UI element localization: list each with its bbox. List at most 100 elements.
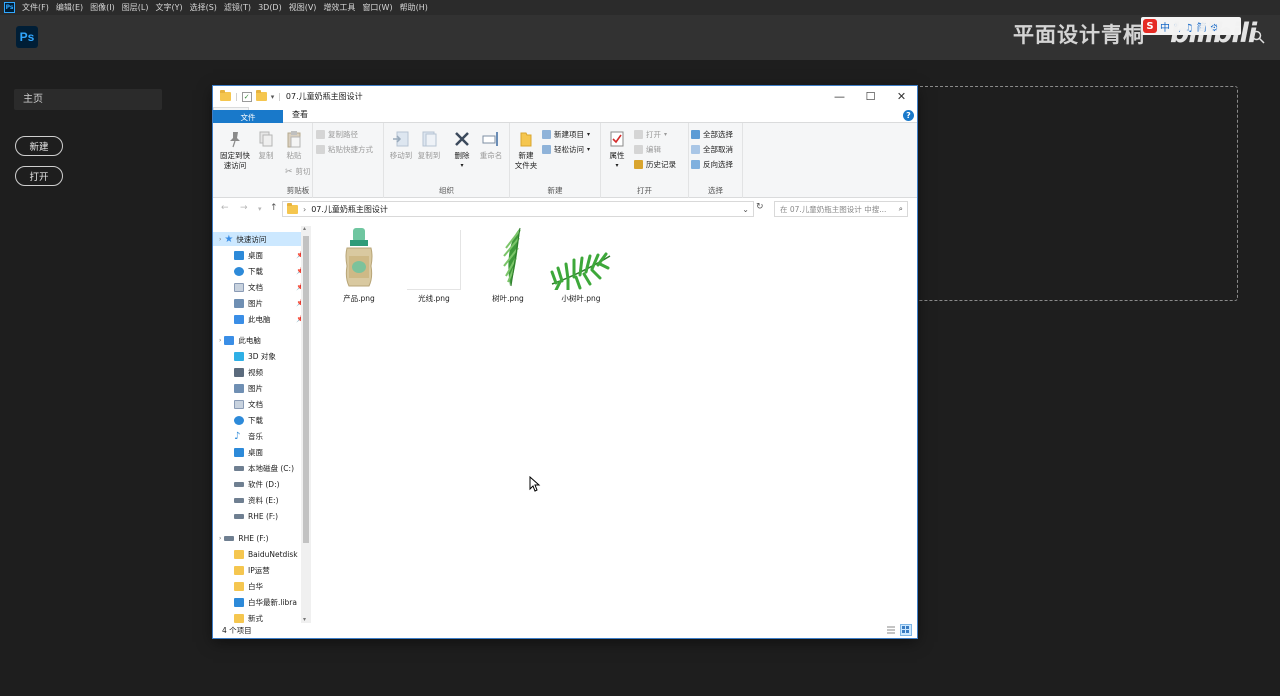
ps-mini-logo[interactable]: Ps [4, 2, 15, 13]
nav-quick-access[interactable]: › ★ 快速访问 [213, 232, 305, 246]
file-item[interactable]: 小树叶.png [546, 226, 616, 304]
copy-button[interactable]: 复制 [255, 129, 277, 161]
invert-selection-button[interactable]: 反向选择 [691, 159, 733, 170]
menu-file[interactable]: 文件(F) [22, 2, 49, 13]
nav-scrollbar-thumb[interactable] [303, 236, 309, 543]
easy-access-button[interactable]: 轻松访问 ▾ [542, 144, 590, 155]
file-name: 产品.png [343, 294, 375, 303]
refresh-icon[interactable]: ↻ [756, 202, 764, 212]
nav-library[interactable]: 白华最新.libra [213, 595, 305, 609]
properties-dropdown-icon[interactable]: ▾ [615, 161, 618, 171]
close-button[interactable]: ✕ [886, 86, 917, 107]
edit-button[interactable]: 编辑 [634, 144, 661, 155]
file-name: 光线.png [418, 294, 450, 303]
expand-icon[interactable]: › [219, 236, 221, 243]
select-all-button[interactable]: 全部选择 [691, 129, 733, 140]
menu-edit[interactable]: 编辑(E) [56, 2, 83, 13]
ps-home-button[interactable]: 主页 [14, 89, 162, 110]
status-bar: 4 个项目 [213, 623, 917, 638]
menu-filter[interactable]: 滤镜(T) [224, 2, 251, 13]
nav-this-pc[interactable]: › 此电脑 [213, 333, 305, 347]
nav-drive-e[interactable]: 资料 (E:) [213, 493, 305, 507]
nav-downloads[interactable]: 下载 [213, 413, 305, 427]
search-icon[interactable] [1251, 30, 1265, 44]
back-arrow-icon[interactable]: ← [221, 203, 229, 213]
maximize-button[interactable]: ☐ [855, 86, 886, 107]
forward-arrow-icon[interactable]: → [240, 203, 248, 213]
open-button-ribbon[interactable]: 打开 ▾ [634, 129, 667, 140]
menu-view[interactable]: 视图(V) [289, 2, 317, 13]
menu-3d[interactable]: 3D(D) [258, 3, 282, 12]
address-dropdown-icon[interactable]: ⌄ [742, 205, 749, 214]
breadcrumb-current[interactable]: 07.儿童奶瓶主图设计 [311, 204, 388, 215]
nav-drive-c[interactable]: 本地磁盘 (C:) [213, 461, 305, 475]
nav-drive-d[interactable]: 软件 (D:) [213, 477, 305, 491]
cut-button[interactable]: ✂ 剪切 [285, 166, 311, 177]
tab-view[interactable]: 查看 [283, 107, 317, 122]
menu-plugins[interactable]: 增效工具 [323, 2, 355, 13]
new-button[interactable]: 新建 [15, 136, 63, 156]
scroll-up-icon[interactable]: ▴ [303, 225, 306, 232]
nav-pictures[interactable]: 图片 [213, 381, 305, 395]
copy-to-button[interactable]: 复制到 [416, 129, 442, 161]
nav-folder-baidunetdisk[interactable]: BaiduNetdisk [213, 547, 305, 561]
rename-button[interactable]: 重命名 [476, 129, 506, 161]
history-button[interactable]: 历史记录 [634, 159, 676, 170]
minimize-button[interactable]: — [824, 86, 855, 107]
delete-dropdown-icon[interactable]: ▾ [460, 161, 463, 171]
video-icon [234, 367, 244, 377]
nav-pictures-pinned[interactable]: 图片📌 [213, 296, 305, 310]
up-arrow-icon[interactable]: ↑ [270, 203, 278, 213]
menu-help[interactable]: 帮助(H) [400, 2, 428, 13]
qa-dropdown-icon[interactable]: ▾ [271, 93, 275, 101]
nav-drive-f[interactable]: RHE (F:) [213, 509, 305, 523]
copy-path-button[interactable]: 复制路径 [316, 129, 358, 140]
blank-image-icon [407, 230, 461, 290]
details-view-icon[interactable] [885, 624, 897, 636]
properties-qa-icon[interactable]: ✓ [241, 91, 252, 102]
drive-icon [234, 513, 244, 519]
menu-image[interactable]: 图像(I) [90, 2, 115, 13]
properties-button[interactable]: 属性 ▾ [605, 129, 629, 171]
select-none-button[interactable]: 全部取消 [691, 144, 733, 155]
nav-downloads-pinned[interactable]: 下载📌 [213, 264, 305, 278]
help-icon[interactable]: ? [903, 110, 914, 121]
nav-folder-new[interactable]: 新式 [213, 611, 305, 623]
menu-layer[interactable]: 图层(L) [122, 2, 149, 13]
menu-window[interactable]: 窗口(W) [362, 2, 392, 13]
nav-videos[interactable]: 视频 [213, 365, 305, 379]
nav-rhe-drive[interactable]: › RHE (F:) [213, 531, 305, 545]
nav-folder-ip[interactable]: IP运营 [213, 563, 305, 577]
nav-documents-pinned[interactable]: 文档📌 [213, 280, 305, 294]
recent-locations-icon[interactable]: ▾ [258, 205, 262, 213]
open-button[interactable]: 打开 [15, 166, 63, 186]
move-to-button[interactable]: 移动到 [388, 129, 414, 161]
paste-button[interactable]: 粘贴 [281, 129, 307, 161]
nav-music[interactable]: ♪ 音乐 [213, 429, 305, 443]
menu-type[interactable]: 文字(Y) [155, 2, 182, 13]
separator: | [235, 92, 238, 101]
paste-shortcut-button[interactable]: 粘贴快捷方式 [316, 144, 373, 155]
address-bar[interactable]: › 07.儿童奶瓶主图设计 ⌄ [282, 201, 754, 217]
nav-desktop[interactable]: 桌面 [213, 445, 305, 459]
pin-quick-access-button[interactable]: 固定到快 速访问 [216, 129, 254, 171]
large-icons-view-icon[interactable] [900, 624, 912, 636]
expand-icon[interactable]: › [219, 337, 221, 344]
expand-icon[interactable]: › [219, 535, 221, 542]
search-input[interactable]: 在 07.儿童奶瓶主图设计 中搜... ⌕ [774, 201, 908, 217]
file-item[interactable]: 光线.png [399, 226, 469, 304]
nav-documents[interactable]: 文档 [213, 397, 305, 411]
file-item[interactable]: 产品.png [324, 226, 394, 304]
file-item[interactable]: 树叶.png [473, 226, 543, 304]
menu-select[interactable]: 选择(S) [190, 2, 217, 13]
nav-this-pc-pinned[interactable]: 此电脑📌 [213, 312, 305, 326]
nav-desktop-pinned[interactable]: 桌面📌 [213, 248, 305, 262]
nav-folder-baihua[interactable]: 白华 [213, 579, 305, 593]
new-item-button[interactable]: 新建项目 ▾ [542, 129, 590, 140]
nav-scrollbar[interactable]: ▴ ▾ [301, 225, 311, 623]
nav-3d-objects[interactable]: 3D 对象 [213, 349, 305, 363]
scroll-down-icon[interactable]: ▾ [303, 616, 306, 623]
delete-button[interactable]: 删除 ▾ [450, 129, 474, 171]
new-folder-button[interactable]: 新建 文件夹 [512, 129, 540, 171]
new-folder-qa-icon[interactable] [255, 90, 267, 101]
